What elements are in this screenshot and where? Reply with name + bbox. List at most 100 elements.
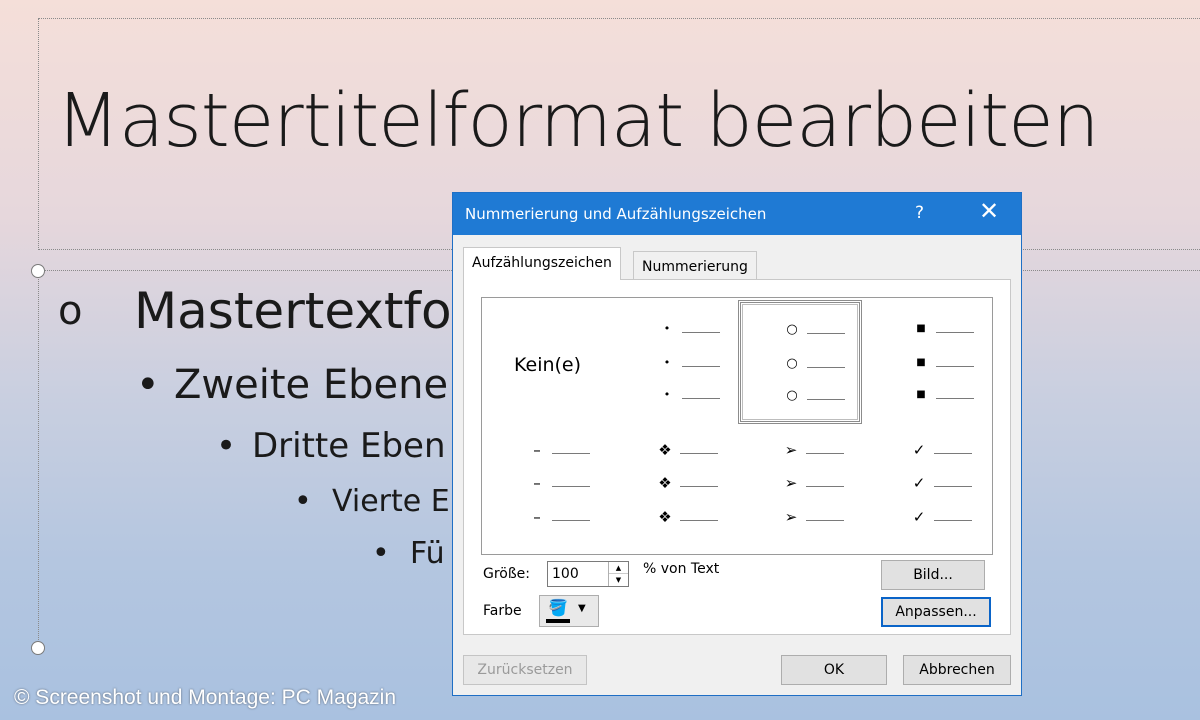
tab-numbering-label: Nummerierung — [642, 259, 748, 275]
bullet-level-2: • — [136, 362, 160, 408]
bullet-preview-row: ■ — [866, 322, 990, 342]
bullet-option-dash[interactable]: – – – — [486, 426, 610, 550]
bullet-preview-line — [806, 486, 844, 487]
bullet-preview-symbol: • — [663, 356, 671, 369]
bullet-preview-line — [552, 520, 590, 521]
slide-title[interactable]: Mastertitelformat bearbeiten — [56, 78, 1100, 164]
size-input[interactable]: 100 — [552, 566, 579, 582]
bullet-preview-symbol: ■ — [916, 323, 926, 334]
bullet-preview-row: ✓ — [866, 508, 990, 530]
text-level-1-label: Mastertextfo — [134, 282, 452, 340]
bullet-preview-row: ■ — [866, 388, 990, 408]
bullet-option-none[interactable]: Kein(e) — [486, 302, 610, 426]
bullet-preview-row: ➢ — [738, 508, 862, 530]
image-credit: © Screenshot und Montage: PC Magazin — [14, 686, 397, 709]
bullet-preview-symbol: ❖ — [658, 508, 672, 526]
bullet-level-3: • — [216, 426, 237, 466]
bullet-preview-line — [936, 332, 974, 333]
color-picker-button[interactable]: 🪣 ▼ — [539, 595, 599, 627]
bullet-preview-row: ○ — [741, 356, 865, 377]
bullet-preview-line — [934, 520, 972, 521]
bullet-preview-symbol: • — [663, 388, 671, 401]
bullet-option-hollow-circle[interactable]: ○ ○ ○ — [738, 300, 862, 424]
bullet-preview-row: ✓ — [866, 474, 990, 496]
bullet-preview-symbol: ❖ — [658, 474, 672, 492]
resize-handle-bottom-left[interactable] — [31, 641, 45, 655]
picture-button[interactable]: Bild... — [881, 560, 985, 590]
bullet-preview-row: ❖ — [612, 474, 736, 496]
bullet-preview-symbol: – — [533, 474, 541, 492]
color-swatch — [546, 619, 570, 623]
bullet-preview-row: ✓ — [866, 441, 990, 463]
bullet-preview-line — [680, 520, 718, 521]
bullet-preview-row: ❖ — [612, 441, 736, 463]
close-icon[interactable]: ✕ — [979, 199, 999, 223]
bullet-preview-symbol: ○ — [786, 388, 798, 403]
bullet-preview-symbol: ✓ — [912, 474, 926, 492]
bullet-preview-row: – — [486, 441, 610, 463]
text-level-4[interactable]: • Vierte E — [294, 484, 450, 519]
bullet-option-none-label: Kein(e) — [514, 354, 582, 376]
customize-button[interactable]: Anpassen... — [881, 597, 991, 627]
bullet-preview-line — [934, 486, 972, 487]
bullet-preview-row: – — [486, 474, 610, 496]
text-level-2[interactable]: • Zweite Ebene — [136, 362, 448, 408]
text-level-5-label: Fü — [410, 536, 445, 571]
text-level-2-label: Zweite Ebene — [174, 362, 449, 408]
chevron-down-icon: ▼ — [578, 603, 586, 614]
color-label: Farbe — [483, 603, 522, 619]
reset-button[interactable]: Zurücksetzen — [463, 655, 587, 685]
help-icon[interactable]: ? — [915, 203, 924, 223]
stepper-down-icon[interactable]: ▼ — [609, 574, 628, 586]
bullet-preview-symbol: ❖ — [658, 441, 672, 459]
bullet-preview-row: ❖ — [612, 508, 736, 530]
bullet-preview-row: ■ — [866, 356, 990, 376]
bullet-option-small-dot[interactable]: • • • — [612, 302, 736, 426]
bullet-preview-line — [934, 453, 972, 454]
bullet-preview-symbol: ■ — [916, 389, 926, 400]
bullet-preview-line — [807, 333, 845, 334]
bullet-preview-symbol: ○ — [786, 322, 798, 337]
bullet-preview-line — [680, 453, 718, 454]
ok-button[interactable]: OK — [781, 655, 887, 685]
bullet-preview-line — [682, 332, 720, 333]
stepper-up-icon[interactable]: ▲ — [609, 562, 628, 574]
size-stepper[interactable]: 100 ▲ ▼ — [547, 561, 629, 587]
text-level-5[interactable]: • Fü — [372, 536, 445, 571]
text-level-1[interactable]: o Mastertextfo — [58, 282, 452, 340]
bullet-preview-row: ➢ — [738, 441, 862, 463]
bullet-preview-line — [552, 486, 590, 487]
cancel-button[interactable]: Abbrechen — [903, 655, 1011, 685]
bullet-preview-line — [807, 399, 845, 400]
size-stepper-arrows[interactable]: ▲ ▼ — [608, 562, 628, 586]
bullet-preview-line — [806, 520, 844, 521]
bullet-option-checkmark[interactable]: ✓ ✓ ✓ — [866, 426, 990, 550]
bullet-option-square[interactable]: ■ ■ ■ — [866, 302, 990, 426]
bullet-preview-line — [682, 366, 720, 367]
bullet-preview-symbol: – — [533, 508, 541, 526]
bullet-option-diamond-cross[interactable]: ❖ ❖ ❖ — [612, 426, 736, 550]
tab-bullets[interactable]: Aufzählungszeichen — [463, 247, 621, 280]
text-level-4-label: Vierte E — [332, 484, 450, 519]
bullet-preview-symbol: ○ — [786, 356, 798, 371]
bullet-level-1: o — [58, 288, 83, 334]
bullet-preview-line — [936, 398, 974, 399]
bullet-preview-row: – — [486, 508, 610, 530]
bullet-preview-row: ○ — [741, 322, 865, 343]
tab-numbering[interactable]: Nummerierung — [633, 251, 757, 281]
tab-bullets-label: Aufzählungszeichen — [472, 255, 612, 271]
bullet-preview-line — [682, 398, 720, 399]
bullet-preview-line — [680, 486, 718, 487]
resize-handle-top-left[interactable] — [31, 264, 45, 278]
bullets-numbering-dialog: Nummerierung und Aufzählungszeichen ? ✕ … — [452, 192, 1022, 696]
bullet-option-arrow[interactable]: ➢ ➢ ➢ — [738, 426, 862, 550]
bullet-preview-symbol: – — [533, 441, 541, 459]
bullet-preview-row: ○ — [741, 388, 865, 409]
bullet-preview-line — [807, 367, 845, 368]
bullet-level-4: • — [294, 484, 312, 519]
dialog-title: Nummerierung und Aufzählungszeichen — [465, 205, 767, 223]
text-level-3[interactable]: • Dritte Eben — [216, 426, 446, 466]
size-label: Größe: — [483, 566, 531, 582]
size-unit-label: % von Text — [643, 561, 720, 577]
dialog-titlebar[interactable]: Nummerierung und Aufzählungszeichen ? ✕ — [453, 193, 1021, 235]
